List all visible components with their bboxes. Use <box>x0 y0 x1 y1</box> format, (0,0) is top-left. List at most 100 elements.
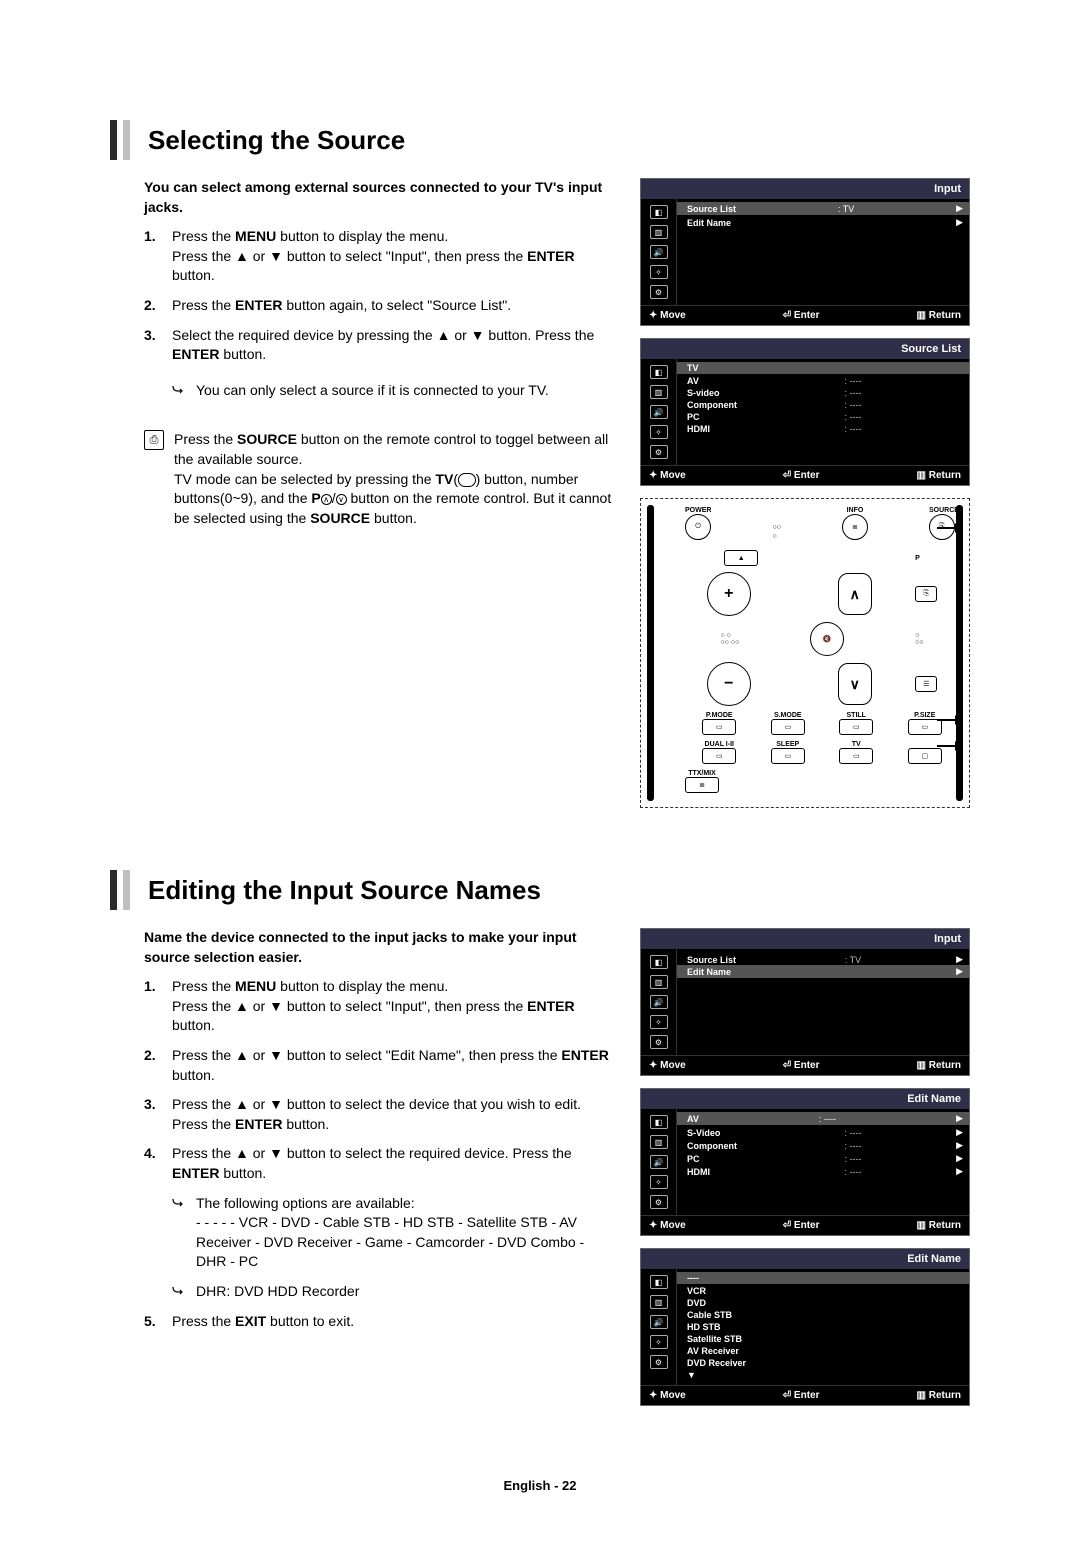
remote-mode-button: ▭ <box>839 748 873 764</box>
osd-panel: Input ◧▥🔊✧⚙ Source List: TV▶Edit Name▶ ✦… <box>640 928 970 1076</box>
osd-row: VCR <box>687 1285 963 1297</box>
osd-row: DVD <box>687 1297 963 1309</box>
osd-row: Satellite STB <box>687 1333 963 1345</box>
osd-category-icon: ◧ <box>650 1275 668 1289</box>
osd-row: S-Video: ----▶ <box>687 1126 963 1139</box>
instruction-step: 3.Press the ▲ or ▼ button to select the … <box>144 1095 616 1134</box>
osd-category-icon: ✧ <box>650 1015 668 1029</box>
osd-panel: Edit Name ◧▥🔊✧⚙ ----VCRDVDCable STBHD ST… <box>640 1248 970 1406</box>
osd-category-icon: ✧ <box>650 1335 668 1349</box>
osd-panel: Input ◧ ▥ 🔊 ✧ ⚙ Source List: TV▶Edit Name▶ ✦… <box>640 178 970 326</box>
osd-footer-hints: ✦ Move⏎ Enter▥ Return <box>641 465 969 485</box>
volume-down-icon: − <box>707 662 751 706</box>
remote-label-source: SOURCE <box>929 507 959 514</box>
power-button-icon: ⏻ <box>685 514 711 540</box>
heading-accent-bars <box>110 120 130 160</box>
osd-row: AV: ---- <box>687 375 963 387</box>
instruction-step: 3.Select the required device by pressing… <box>144 326 616 365</box>
osd-category-icon: 🔊 <box>650 405 668 419</box>
ttx-button-icon: ≣ <box>685 777 719 793</box>
remote-label-power: POWER <box>685 507 711 514</box>
osd-category-icon: ▥ <box>650 975 668 989</box>
remote-mode-button: ▭ <box>702 748 736 764</box>
osd-row: DVD Receiver <box>687 1357 963 1369</box>
osd-row-selected: Edit Name▶ <box>677 965 969 978</box>
osd-row: HD STB <box>687 1321 963 1333</box>
osd-category-icons: ◧ ▥ 🔊 ✧ ⚙ <box>641 199 677 305</box>
osd-row-selected: AV: ----▶ <box>677 1112 969 1125</box>
osd-category-icons: ◧ ▥ 🔊 ✧ ⚙ <box>641 1269 677 1385</box>
osd-category-icon: ⚙ <box>650 1195 668 1209</box>
osd-title: Edit Name <box>641 1089 969 1109</box>
remote-mode-button: ▭ <box>702 719 736 735</box>
osd-category-icon: ✧ <box>650 265 668 279</box>
guide-button-icon: ⎘ <box>915 586 937 602</box>
osd-category-icon: ▥ <box>650 225 668 239</box>
section-title: Editing the Input Source Names <box>148 875 541 906</box>
instruction-step: 4.Press the ▲ or ▼ button to select the … <box>144 1144 616 1183</box>
remote-icon: ⎙ <box>144 430 164 450</box>
osd-category-icon: ⚙ <box>650 1035 668 1049</box>
osd-category-icon: ⚙ <box>650 445 668 459</box>
osd-panel: Source List ◧▥🔊✧⚙ TVAV: ----S-video: ---… <box>640 338 970 486</box>
page-footer: English - 22 <box>110 1478 970 1493</box>
instruction-subnote: The following options are available:- - … <box>172 1194 616 1272</box>
osd-more-indicator: ▼ <box>687 1369 963 1381</box>
info-button-icon: ≣ <box>842 514 868 540</box>
osd-category-icon: ◧ <box>650 1115 668 1129</box>
step-note: You can only select a source if it is co… <box>172 381 616 401</box>
osd-category-icon: ▥ <box>650 1295 668 1309</box>
osd-category-icon: ⚙ <box>650 285 668 299</box>
instruction-step: 5.Press the EXIT button to exit. <box>144 1312 616 1332</box>
osd-footer-hints: ✦ Move⏎ Enter▥ Return <box>641 1385 969 1405</box>
channel-down-icon: ∨ <box>838 663 872 705</box>
osd-panel: Edit Name ◧ ▥ 🔊 ✧ ⚙ AV: ----▶S-Video: ----▶C… <box>640 1088 970 1236</box>
osd-category-icons: ◧▥🔊✧⚙ <box>641 359 677 465</box>
osd-row: HDMI: ---- <box>687 423 963 435</box>
osd-title: Input <box>641 179 969 199</box>
osd-category-icon: ▥ <box>650 1135 668 1149</box>
remote-diagram: POWER⏻ ○○○ INFO≣ SOURCE⎘ ▲ P + ∧ ⎘ ○ ○○○… <box>640 498 970 808</box>
osd-category-icon: 🔊 <box>650 245 668 259</box>
osd-row: Component: ----▶ <box>687 1139 963 1152</box>
osd-row-selected: Source List: TV▶ <box>677 202 969 215</box>
osd-row-selected: TV <box>677 362 969 374</box>
channel-up-icon: ∧ <box>838 573 872 615</box>
osd-category-icon: ✧ <box>650 425 668 439</box>
osd-row: Component: ---- <box>687 399 963 411</box>
instruction-step: 1.Press the MENU button to display the m… <box>144 227 616 286</box>
osd-category-icon: 🔊 <box>650 1155 668 1169</box>
osd-row: PC: ---- <box>687 411 963 423</box>
osd-category-icon: 🔊 <box>650 995 668 1009</box>
remote-mode-button: ▭ <box>771 748 805 764</box>
osd-category-icon: ✧ <box>650 1175 668 1189</box>
heading-accent-bars <box>110 870 130 910</box>
osd-row: Edit Name▶ <box>687 216 963 229</box>
osd-category-icon: ◧ <box>650 205 668 219</box>
remote-mode-button: ▭ <box>839 719 873 735</box>
remote-label-info: INFO <box>842 507 868 514</box>
osd-row-selected: ---- <box>677 1272 969 1284</box>
osd-footer-hints: ✦ Move⏎ Enter▥ Return <box>641 1055 969 1075</box>
section-title: Selecting the Source <box>148 125 405 156</box>
osd-title: Input <box>641 929 969 949</box>
volume-up-icon: + <box>707 572 751 616</box>
section-intro: You can select among external sources co… <box>144 178 616 217</box>
remote-tip: ⎙Press the SOURCE button on the remote c… <box>144 430 616 528</box>
osd-category-icon: ◧ <box>650 365 668 379</box>
osd-category-icon: ◧ <box>650 955 668 969</box>
manual-section: Selecting the Source You can select amon… <box>110 120 970 820</box>
osd-category-icon: 🔊 <box>650 1315 668 1329</box>
osd-footer-hints: ✦ Move⏎ Enter▥ Return <box>641 1215 969 1235</box>
remote-mode-button: ▭ <box>908 719 942 735</box>
tv-button-icon: ▢ <box>908 748 942 764</box>
remote-mode-button: ▭ <box>771 719 805 735</box>
instruction-step: 2.Press the ENTER button again, to selec… <box>144 296 616 316</box>
osd-footer-hints: ✦ Move⏎ Enter▥ Return <box>641 305 969 325</box>
osd-category-icons: ◧ ▥ 🔊 ✧ ⚙ <box>641 949 677 1055</box>
osd-title: Source List <box>641 339 969 359</box>
instruction-step: 1.Press the MENU button to display the m… <box>144 977 616 1036</box>
osd-row: HDMI: ----▶ <box>687 1165 963 1178</box>
manual-section: Editing the Input Source Names Name the … <box>110 870 970 1418</box>
osd-category-icon: ⚙ <box>650 1355 668 1369</box>
